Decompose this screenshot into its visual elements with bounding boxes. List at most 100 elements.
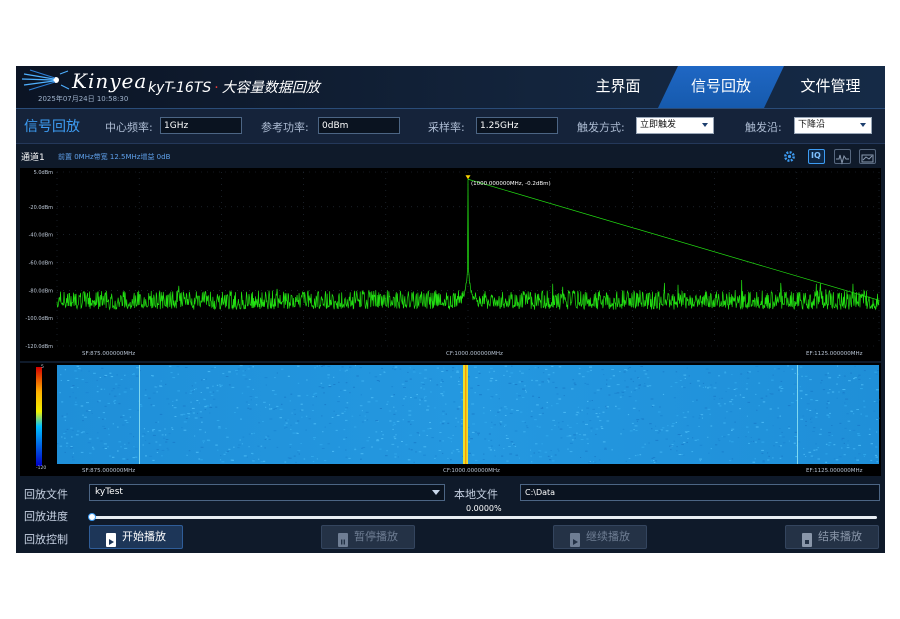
sample-rate-input[interactable]: 1.25GHz xyxy=(476,117,558,134)
waterfall-noise-pixel xyxy=(574,384,577,386)
waterfall-noise-pixel xyxy=(424,377,427,379)
waterfall-noise-pixel xyxy=(560,437,563,439)
waterfall-noise-pixel xyxy=(636,420,638,422)
waterfall-noise-pixel xyxy=(707,436,709,438)
waterfall-noise-pixel xyxy=(548,381,550,383)
waterfall-noise-pixel xyxy=(490,377,494,379)
parameter-toolbar: 信号回放 中心频率: 1GHz 参考功率: 0dBm 采样率: 1.25GHz … xyxy=(16,109,885,144)
waterfall-noise-pixel xyxy=(794,372,796,374)
waterfall-noise-pixel xyxy=(253,459,255,461)
spectrum-plot[interactable]: 5.0dBm -20.0dBm -40.0dBm -60.0dBm -80.0dBm -1… xyxy=(20,168,881,361)
waterfall-noise-pixel xyxy=(505,435,508,437)
waterfall-noise-pixel xyxy=(216,420,220,421)
waterfall-noise-pixel xyxy=(411,420,415,421)
waterfall-noise-pixel xyxy=(652,404,655,406)
waterfall-noise-pixel xyxy=(514,445,517,447)
waterfall-noise-pixel xyxy=(633,389,636,391)
waterfall-noise-pixel xyxy=(673,397,676,399)
waterfall-noise-pixel xyxy=(628,458,631,459)
waterfall-plot[interactable]: 5 -120 SF:875.000000MHz CF:1000.000000MH… xyxy=(20,363,881,476)
waterfall-noise-pixel xyxy=(152,459,155,461)
waterfall-noise-pixel xyxy=(424,369,428,371)
start-playback-button[interactable]: 开始播放 xyxy=(89,525,183,549)
waterfall-noise-pixel xyxy=(662,427,665,429)
waterfall-noise-pixel xyxy=(650,460,653,462)
waterfall-noise-pixel xyxy=(699,458,702,460)
waterfall-noise-pixel xyxy=(344,370,347,372)
playback-file-select[interactable]: kyTest xyxy=(89,484,445,501)
waterfall-noise-pixel xyxy=(343,389,347,391)
waterfall-noise-pixel xyxy=(239,439,241,441)
waterfall-noise-pixel xyxy=(817,447,820,449)
waterfall-noise-pixel xyxy=(774,368,776,370)
tab-signal-playback[interactable]: 信号回放 xyxy=(658,66,784,108)
waterfall-noise-pixel xyxy=(580,457,582,458)
waterfall-noise-pixel xyxy=(248,404,250,405)
waterfall-noise-pixel xyxy=(542,412,544,414)
waterfall-noise-pixel xyxy=(519,370,521,372)
waterfall-noise-pixel xyxy=(534,367,537,369)
waterfall-noise-pixel xyxy=(782,436,785,438)
waterfall-noise-pixel xyxy=(615,405,617,407)
waterfall-noise-pixel xyxy=(616,392,620,394)
waterfall-noise-pixel xyxy=(250,399,252,401)
waterfall-noise-pixel xyxy=(413,369,415,370)
waterfall-noise-pixel xyxy=(700,414,704,416)
spectrum-svg: 5.0dBm -20.0dBm -40.0dBm -60.0dBm -80.0dBm -1… xyxy=(25,170,880,357)
waterfall-noise-pixel xyxy=(874,461,876,463)
waterfall-noise-pixel xyxy=(863,400,865,402)
waterfall-noise-pixel xyxy=(374,376,378,378)
waterfall-noise-pixel xyxy=(369,372,371,374)
waterfall-noise-pixel xyxy=(686,367,688,369)
stop-playback-button[interactable]: 结束播放 xyxy=(785,525,879,549)
tab-main-interface[interactable]: 主界面 xyxy=(562,66,674,108)
waterfall-noise-pixel xyxy=(157,421,160,423)
waterfall-noise-pixel xyxy=(206,387,209,389)
waterfall-noise-pixel xyxy=(442,420,446,422)
spectrum-view-button[interactable] xyxy=(859,149,876,164)
waterfall-noise-pixel xyxy=(838,374,841,376)
waterfall-noise-pixel xyxy=(441,371,444,372)
waterfall-noise-pixel xyxy=(538,451,540,453)
product-subtitle: 大容量数据回放 xyxy=(221,80,320,96)
waterfall-noise-pixel xyxy=(64,369,66,371)
waterfall-noise-pixel xyxy=(441,393,444,395)
waterfall-noise-pixel xyxy=(69,396,71,398)
waterfall-noise-pixel xyxy=(876,431,878,433)
pause-playback-button[interactable]: 暂停播放 xyxy=(321,525,415,549)
ref-power-input[interactable]: 0dBm xyxy=(318,117,400,134)
waterfall-noise-pixel xyxy=(409,367,411,369)
center-freq-input[interactable]: 1GHz xyxy=(160,117,242,134)
tab-file-management[interactable]: 文件管理 xyxy=(776,66,885,108)
waterfall-noise-pixel xyxy=(417,432,419,434)
brand-name: Kinyea xyxy=(72,69,148,93)
resume-playback-button[interactable]: 继续播放 xyxy=(553,525,647,549)
waterfall-noise-pixel xyxy=(344,411,346,413)
waterfall-noise-pixel xyxy=(102,412,105,414)
waterfall-noise-pixel xyxy=(452,434,454,436)
waterfall-noise-pixel xyxy=(718,375,721,377)
progress-handle[interactable] xyxy=(88,513,96,521)
iq-view-button[interactable]: IQ xyxy=(808,149,825,164)
waterfall-noise-pixel xyxy=(508,446,511,447)
trigger-edge-select[interactable]: 下降沿 xyxy=(794,117,872,134)
waterfall-noise-pixel xyxy=(86,402,89,404)
settings-button[interactable] xyxy=(781,149,798,164)
waterfall-noise-pixel xyxy=(427,405,430,407)
waterfall-noise-pixel xyxy=(600,388,602,390)
waterfall-noise-pixel xyxy=(572,379,574,381)
waterfall-noise-pixel xyxy=(806,403,810,405)
waterfall-noise-pixel xyxy=(429,422,431,423)
waterfall-noise-pixel xyxy=(851,411,853,413)
trigger-mode-select[interactable]: 立即触发 xyxy=(636,117,714,134)
waterfall-noise-pixel xyxy=(333,376,335,378)
waveform-view-button[interactable] xyxy=(834,149,851,165)
progress-slider[interactable] xyxy=(88,513,877,521)
waterfall-noise-pixel xyxy=(409,434,413,436)
waterfall-noise-pixel xyxy=(825,443,828,445)
waterfall-noise-pixel xyxy=(542,372,545,374)
local-file-input[interactable]: C:\Data xyxy=(520,484,880,501)
waterfall-noise-pixel xyxy=(148,442,151,444)
waterfall-noise-pixel xyxy=(511,365,513,367)
waterfall-scale-top: 5 xyxy=(41,364,44,370)
